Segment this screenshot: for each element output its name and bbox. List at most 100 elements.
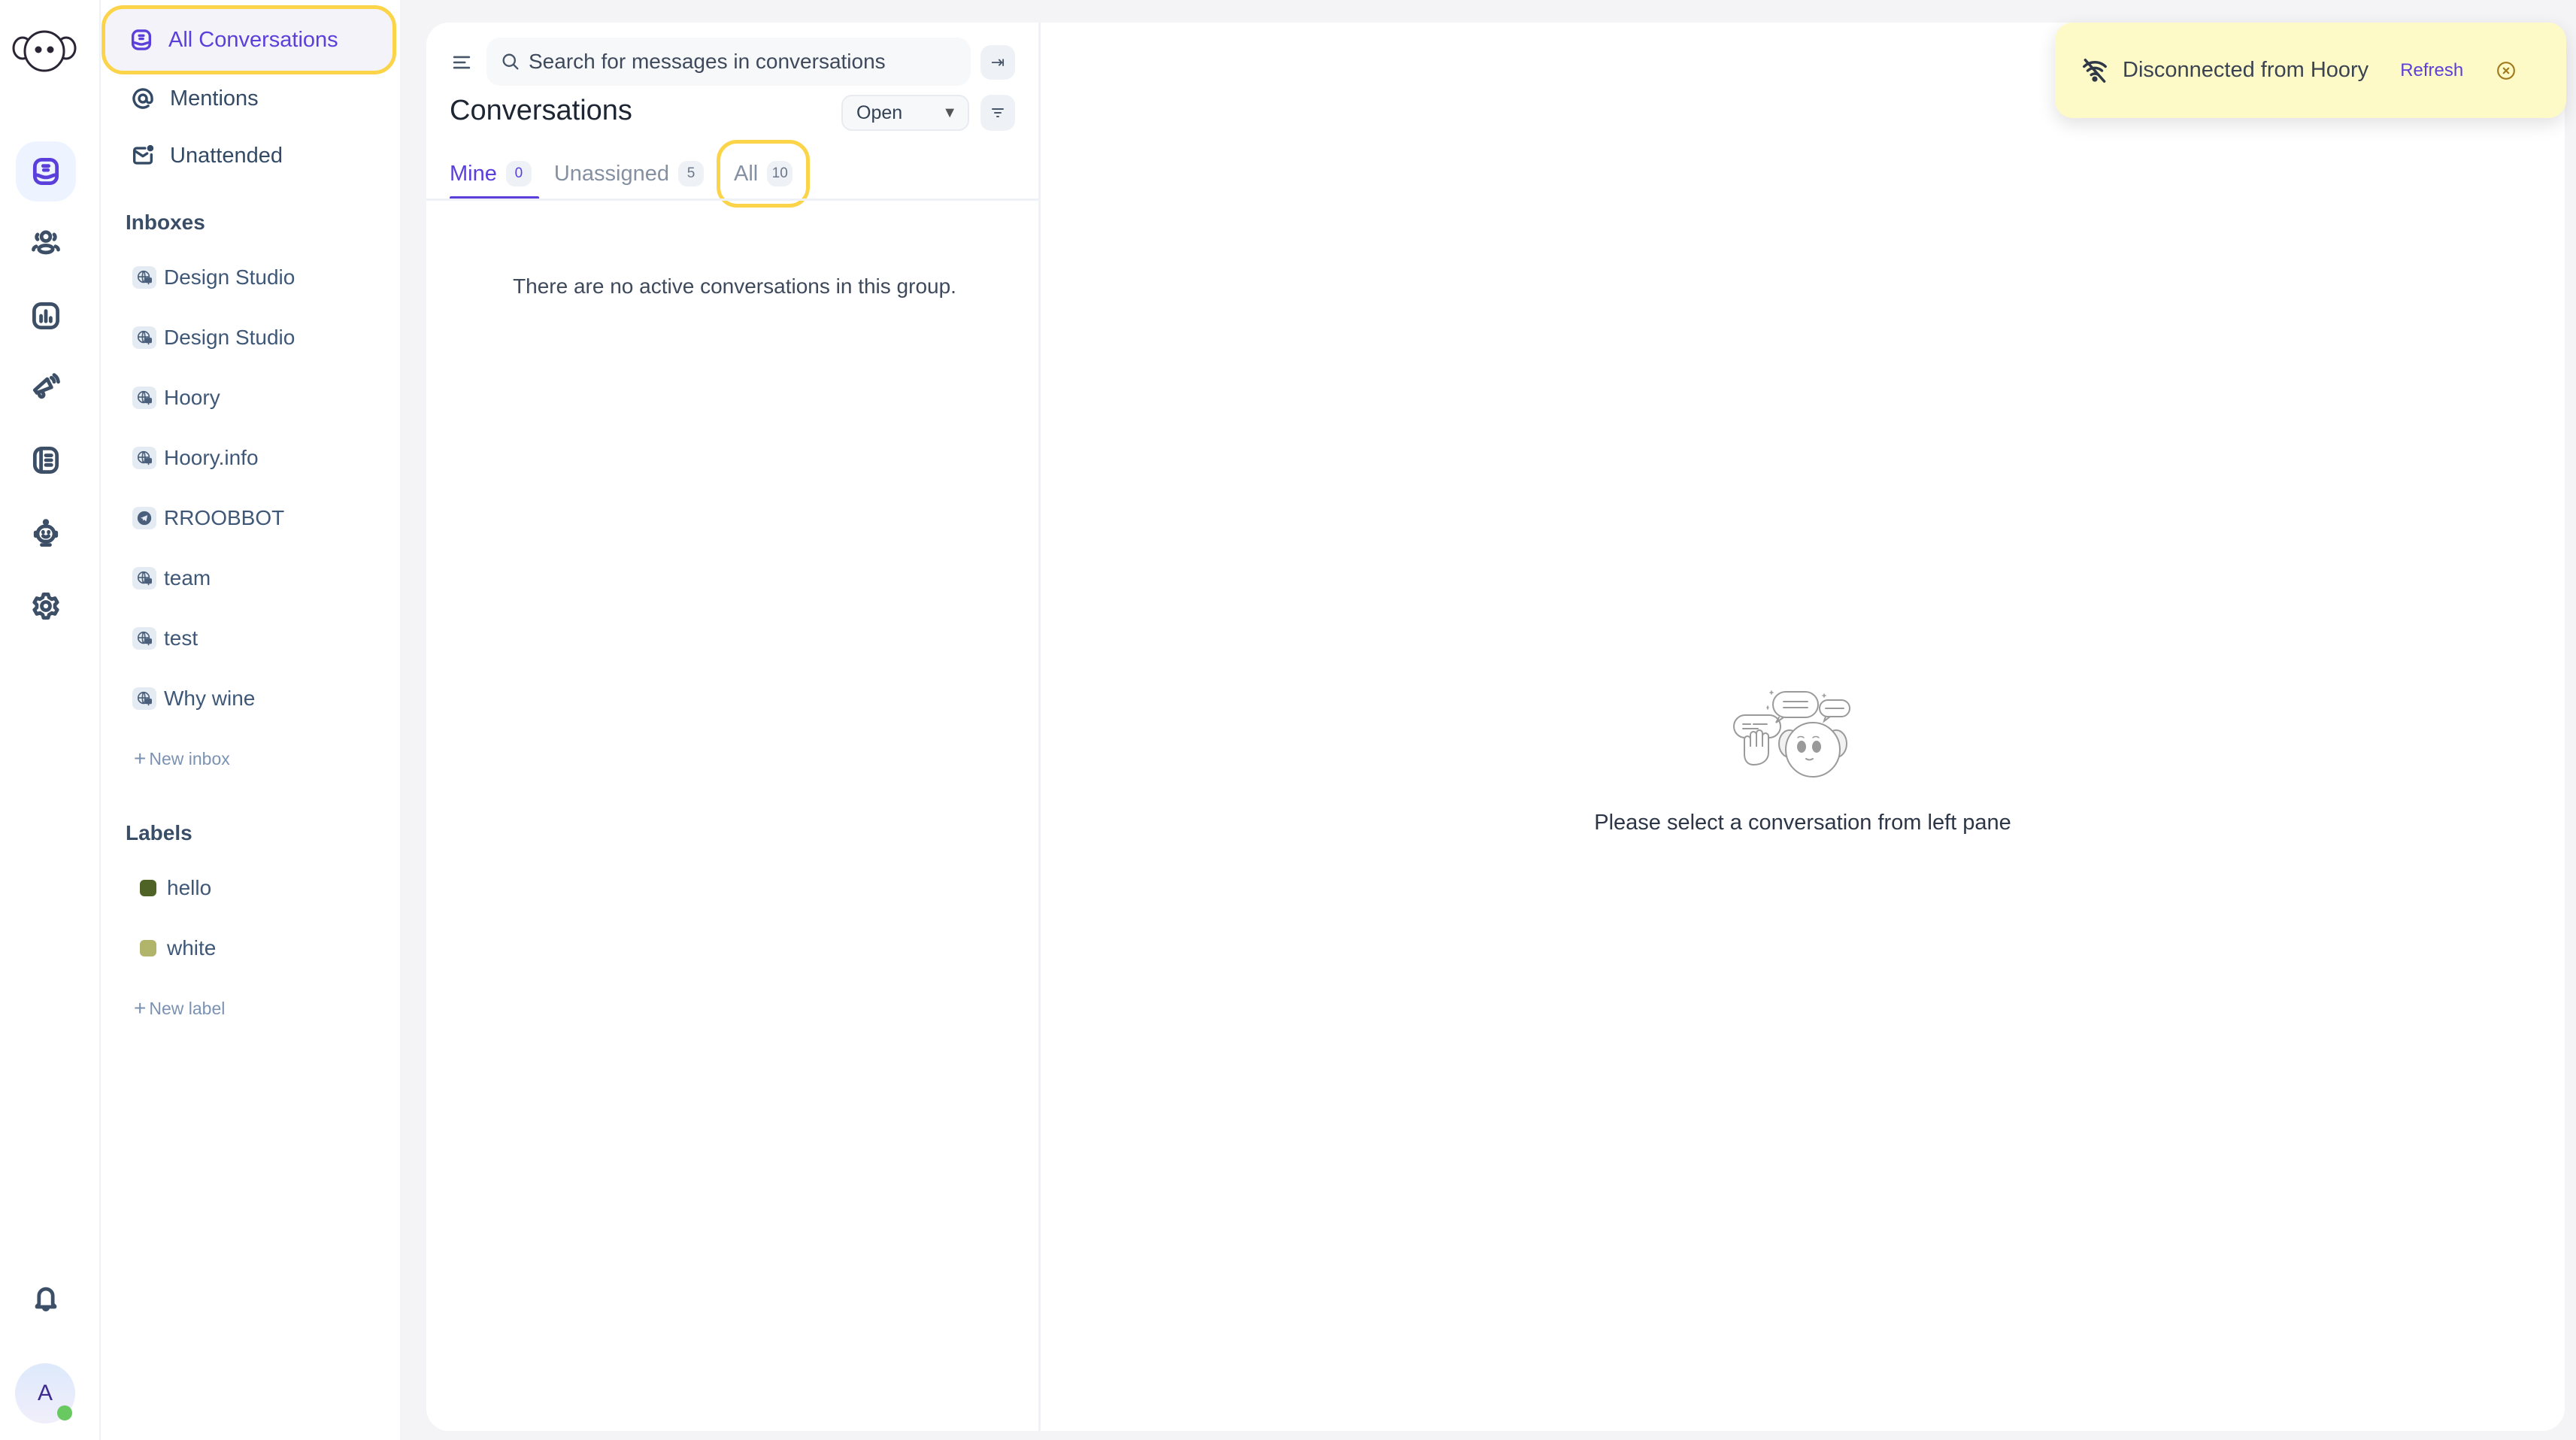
tab-label: Unassigned	[553, 161, 670, 186]
search-input[interactable]	[529, 50, 965, 74]
empty-conversations-message: There are no active conversations in thi…	[513, 274, 956, 298]
sidebar-item-unattended[interactable]: Unattended	[107, 126, 394, 186]
plus-icon: +	[134, 996, 147, 1020]
rail-settings-button[interactable]	[16, 576, 76, 636]
rail-conversations-button[interactable]	[16, 141, 76, 202]
labels-heading: Labels	[126, 821, 192, 844]
label-name: hello	[167, 876, 212, 899]
tab-label: All	[734, 161, 759, 186]
inbox-label: test	[164, 626, 199, 650]
rail-reports-button[interactable]	[16, 286, 76, 346]
new-inbox-button[interactable]: + New inbox	[134, 747, 230, 771]
tab-count: 10	[767, 161, 793, 186]
conversation-detail-panel: Please select a conversation from left p…	[1041, 23, 2565, 1431]
gear-icon	[32, 593, 59, 620]
globe-web-icon	[137, 450, 152, 465]
book-icon	[32, 447, 59, 474]
globe-web-icon	[137, 691, 152, 706]
conversations-icon	[131, 29, 152, 50]
inbox-label: team	[164, 566, 211, 590]
filter-button[interactable]	[980, 95, 1015, 131]
bell-icon	[35, 1287, 57, 1311]
globe-web-icon	[137, 330, 152, 345]
wifi-off-icon	[2083, 58, 2107, 83]
inbox-label: Design Studio	[164, 326, 295, 349]
tab-unassigned[interactable]: Unassigned 5	[553, 149, 705, 199]
inbox-label: Hoory.info	[164, 446, 259, 469]
new-inbox-label: New inbox	[149, 748, 230, 769]
rail-bot-button[interactable]	[16, 504, 76, 564]
new-label-button[interactable]: + New label	[134, 996, 225, 1020]
select-conversation-message: Please select a conversation from left p…	[1594, 811, 2011, 835]
inbox-item[interactable]: Hoory.info	[132, 439, 259, 477]
inbox-item[interactable]: Hoory	[132, 379, 220, 417]
menu-icon[interactable]	[449, 50, 474, 75]
new-label-label: New label	[149, 998, 226, 1018]
status-filter-select[interactable]: Open ▼	[841, 95, 969, 131]
hoory-logo[interactable]	[11, 24, 78, 77]
secondary-sidebar: All Conversations Mentions Unattended In…	[101, 0, 400, 1440]
label-color-swatch	[140, 940, 156, 956]
inbox-label: Design Studio	[164, 265, 295, 289]
presence-status-dot	[57, 1405, 72, 1420]
inboxes-heading: Inboxes	[126, 211, 205, 234]
inbox-label: Why wine	[164, 687, 256, 710]
plus-icon: +	[134, 747, 147, 770]
filter-icon	[992, 108, 1004, 117]
robot-icon	[33, 519, 59, 547]
refresh-button[interactable]: Refresh	[2400, 60, 2463, 81]
status-filter-value: Open	[856, 102, 903, 123]
icon-rail: A	[0, 0, 101, 1440]
globe-web-icon	[137, 571, 152, 586]
label-name: white	[167, 936, 217, 959]
contacts-icon	[32, 230, 60, 255]
conversation-list-panel: ⇥ Conversations Open ▼ Mine 0 Unassigned…	[426, 23, 1041, 1431]
mail-unread-icon	[132, 144, 154, 165]
toast-message: Disconnected from Hoory	[2123, 58, 2369, 82]
main-card: ⇥ Conversations Open ▼ Mine 0 Unassigned…	[426, 23, 2565, 1431]
sidebar-item-all-conversations[interactable]: All Conversations	[102, 5, 396, 74]
close-icon[interactable]	[2496, 61, 2516, 80]
conversations-icon	[32, 158, 59, 185]
sidebar-item-label: All Conversations	[168, 27, 338, 52]
megaphone-icon	[32, 373, 60, 399]
rail-contacts-button[interactable]	[16, 212, 76, 272]
search-icon	[502, 53, 519, 70]
label-color-swatch	[140, 880, 156, 896]
page-title: Conversations	[450, 95, 632, 126]
assignee-tabs: Mine 0 Unassigned 5 All 10	[450, 140, 829, 208]
inbox-item[interactable]: Design Studio	[132, 259, 295, 296]
inbox-item[interactable]: test	[132, 620, 198, 657]
notifications-button[interactable]	[16, 1269, 76, 1329]
telegram-icon	[137, 511, 152, 526]
inbox-item[interactable]: RROOBBOT	[132, 499, 284, 537]
caret-down-icon: ▼	[942, 104, 957, 121]
empty-state-illustration	[1733, 690, 1850, 778]
inbox-item[interactable]: team	[132, 559, 211, 597]
label-item[interactable]: white	[132, 929, 216, 967]
inbox-item[interactable]: Design Studio	[132, 319, 295, 356]
tab-mine[interactable]: Mine 0	[450, 149, 539, 200]
tab-count: 0	[505, 161, 532, 186]
rail-campaigns-button[interactable]	[16, 358, 76, 418]
collapse-panel-button[interactable]: ⇥	[980, 45, 1015, 80]
label-item[interactable]: hello	[132, 869, 211, 907]
globe-web-icon	[137, 631, 152, 646]
sidebar-item-label: Unattended	[170, 143, 283, 168]
connection-toast: Disconnected from Hoory Refresh	[2055, 23, 2566, 118]
arrow-right-to-line-icon: ⇥	[990, 53, 1005, 71]
inbox-item[interactable]: Why wine	[132, 680, 255, 717]
tab-label: Mine	[450, 161, 497, 186]
reports-icon	[32, 302, 59, 329]
rail-help-center-button[interactable]	[16, 430, 76, 490]
globe-web-icon	[137, 270, 152, 285]
tab-count: 5	[678, 161, 705, 186]
tab-all[interactable]: All 10	[717, 140, 811, 208]
tabs-divider	[426, 199, 1041, 201]
sidebar-item-mentions[interactable]: Mentions	[107, 68, 394, 129]
sidebar-item-label: Mentions	[170, 86, 259, 111]
globe-web-icon	[137, 390, 152, 405]
inbox-label: Hoory	[164, 386, 220, 409]
avatar-initial: A	[37, 1381, 53, 1405]
search-box[interactable]	[486, 38, 971, 86]
